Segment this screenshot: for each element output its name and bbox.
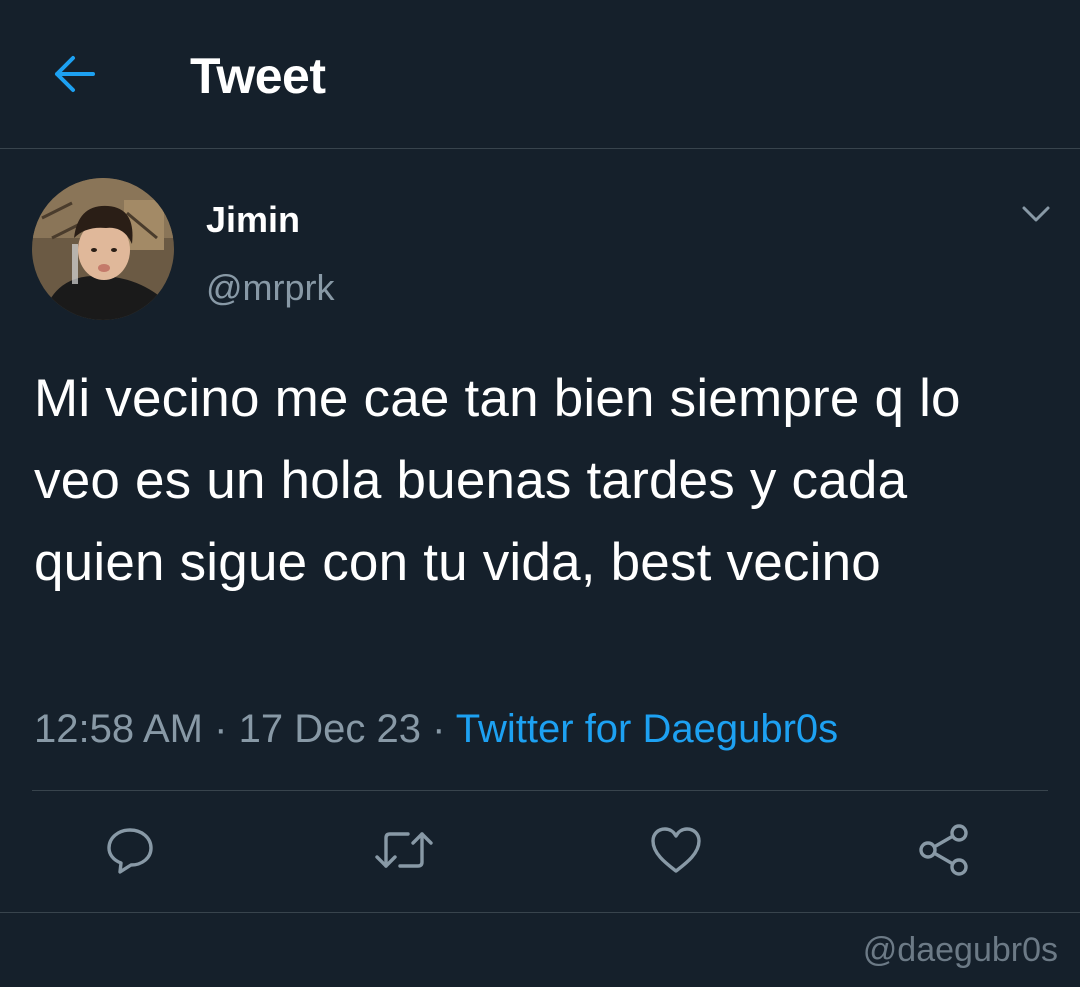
divider [0,912,1080,913]
share-button[interactable] [914,820,974,880]
reply-button[interactable] [100,820,160,880]
retweet-icon [375,832,433,868]
page-title: Tweet [190,48,326,104]
watermark: @daegubr0s [862,931,1058,969]
tweet-source-link[interactable]: Twitter for Daegubr0s [456,707,838,751]
tweet-text: Mi vecino me cae tan bien siempre q lo v… [34,369,961,592]
share-icon [919,824,968,876]
avatar[interactable] [32,178,174,320]
like-icon [651,827,701,873]
more-options-button[interactable] [1014,196,1058,232]
meta-separator: · [432,707,446,751]
arrow-left-icon [55,56,95,92]
like-button[interactable] [646,820,706,880]
author-handle[interactable]: @mrprk [206,266,335,310]
tweet-date: 17 Dec 23 [238,707,421,751]
retweet-button[interactable] [374,820,434,880]
profile-photo [32,178,174,320]
divider [32,790,1048,791]
chevron-down-icon [1022,206,1050,222]
top-bar: Tweet [0,0,1080,149]
author-name[interactable]: Jimin [206,198,300,242]
meta-separator: · [214,707,228,751]
reply-icon [107,828,153,874]
tweet-time: 12:58 AM [34,707,204,751]
action-bar [0,820,1080,880]
tweet-meta: 12:58 AM · 17 Dec 23 · Twitter for Daegu… [34,702,838,756]
back-button[interactable] [48,50,100,98]
